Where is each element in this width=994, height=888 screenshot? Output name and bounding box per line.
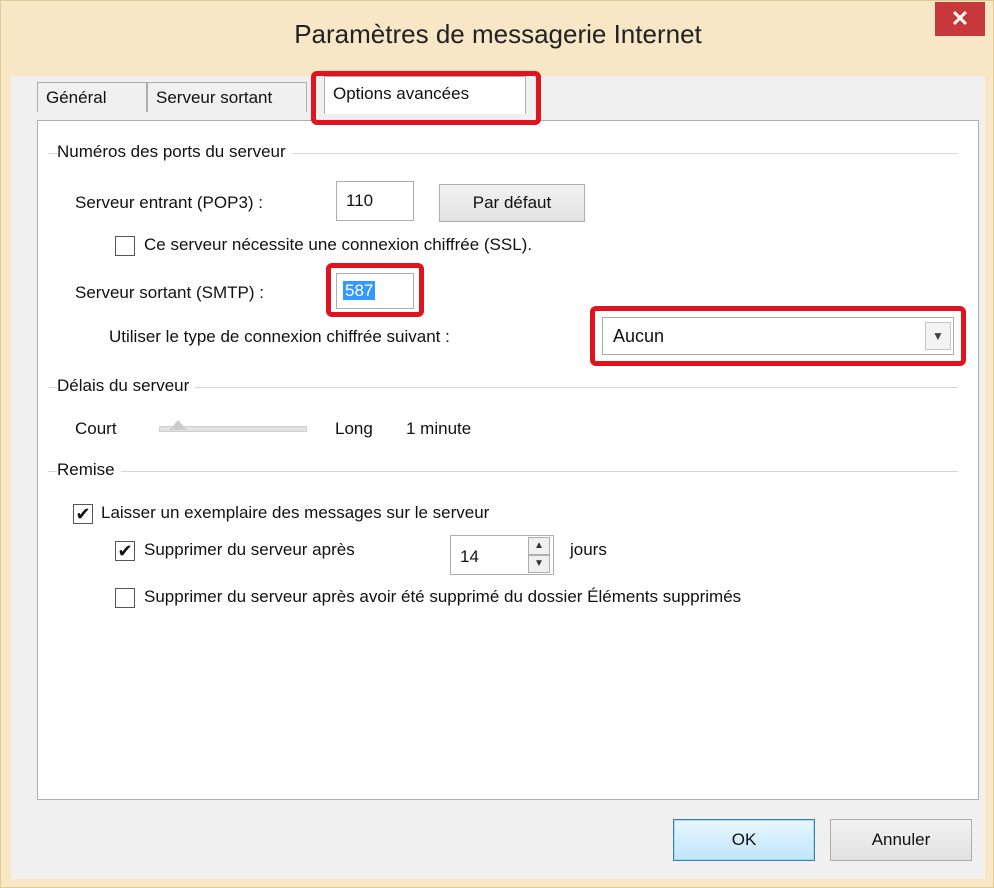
- days-value: 14: [460, 547, 479, 566]
- chevron-down-icon[interactable]: ▼: [925, 322, 951, 350]
- encryption-type-select[interactable]: Aucun ▼: [602, 317, 954, 355]
- ok-button[interactable]: OK: [673, 819, 815, 861]
- remove-deleted-label: Supprimer du serveur après avoir été sup…: [144, 587, 742, 606]
- window-title: Paramètres de messagerie Internet: [294, 19, 702, 49]
- close-button[interactable]: ✕: [935, 2, 985, 36]
- checkmark-icon: ✔: [75, 504, 91, 524]
- dialog-client-area: Général Serveur sortant Options avancées…: [11, 71, 985, 879]
- group-label-delivery: Remise: [57, 460, 121, 480]
- title-bar: Paramètres de messagerie Internet ✕: [1, 1, 994, 75]
- remove-after-checkbox[interactable]: ✔: [115, 541, 135, 561]
- remove-after-label: Supprimer du serveur après: [144, 540, 355, 559]
- tab-outgoing-server-label: Serveur sortant: [156, 88, 273, 107]
- cancel-button[interactable]: Annuler: [830, 819, 972, 861]
- ssl-checkbox[interactable]: [115, 236, 135, 256]
- encryption-type-label: Utiliser le type de connexion chiffrée s…: [109, 327, 450, 346]
- timeout-value: 1 minute: [406, 419, 472, 438]
- leave-copy-label: Laisser un exemplaire des messages sur l…: [101, 503, 490, 522]
- dialog-window: Paramètres de messagerie Internet ✕ Géné…: [0, 0, 994, 888]
- days-up-button[interactable]: ▲: [528, 537, 550, 555]
- tab-outgoing-server[interactable]: Serveur sortant: [147, 82, 307, 112]
- incoming-port-input[interactable]: 110: [336, 181, 414, 221]
- timeout-short-label: Court: [75, 419, 117, 438]
- tab-general[interactable]: Général: [37, 82, 147, 112]
- outgoing-port-value: 587: [343, 281, 376, 300]
- group-label-timeouts: Délais du serveur: [57, 376, 196, 396]
- timeout-long-label: Long: [335, 419, 373, 438]
- group-divider-delivery: [48, 471, 958, 472]
- days-unit-label: jours: [570, 540, 607, 559]
- remove-deleted-checkbox[interactable]: [115, 588, 135, 608]
- leave-copy-checkbox[interactable]: ✔: [73, 504, 93, 524]
- days-down-button[interactable]: ▼: [528, 555, 550, 573]
- tab-advanced-options-label: Options avancées: [333, 84, 470, 103]
- encryption-type-value: Aucun: [613, 326, 665, 346]
- close-icon: ✕: [950, 6, 970, 31]
- timeout-slider-thumb[interactable]: [168, 420, 187, 430]
- ssl-checkbox-label: Ce serveur nécessite une connexion chiff…: [144, 235, 533, 254]
- incoming-port-label: Serveur entrant (POP3) :: [75, 193, 264, 212]
- group-label-ports: Numéros des ports du serveur: [57, 142, 292, 162]
- checkmark-icon: ✔: [117, 541, 133, 561]
- tab-panel: Numéros des ports du serveur Serveur ent…: [37, 120, 979, 800]
- outgoing-port-input[interactable]: 587: [336, 273, 414, 309]
- default-port-button[interactable]: Par défaut: [439, 184, 585, 222]
- tab-general-label: Général: [46, 88, 107, 107]
- tab-advanced-options[interactable]: Options avancées: [324, 76, 526, 114]
- outgoing-port-label: Serveur sortant (SMTP) :: [75, 283, 264, 302]
